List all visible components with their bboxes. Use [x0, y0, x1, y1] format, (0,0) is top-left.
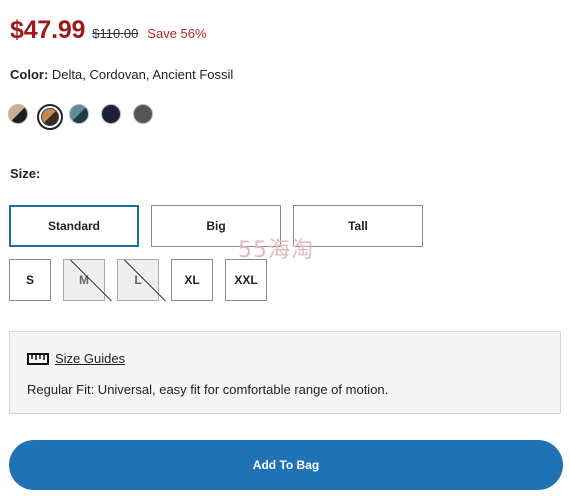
size-guides-link[interactable]: Size Guides [55, 351, 125, 366]
original-price: $110.00 [92, 26, 139, 41]
size-options: S M L XL XXL [9, 259, 279, 301]
fit-standard-button[interactable]: Standard [9, 205, 139, 247]
color-label-title: Color: [10, 67, 49, 82]
size-guides-row: Size Guides [27, 351, 125, 366]
savings-text: Save 56% [147, 26, 207, 41]
color-swatches [8, 104, 165, 130]
swatch-navy[interactable] [101, 104, 121, 124]
swatch-ancient-fossil[interactable] [69, 104, 89, 124]
add-to-bag-button[interactable]: Add To Bag [9, 440, 563, 490]
watermark: 55海淘 [238, 238, 314, 263]
color-label: Color: Delta, Cordovan, Ancient Fossil [10, 67, 233, 82]
size-m-button-unavailable: M [63, 259, 105, 301]
size-l-button-unavailable: L [117, 259, 159, 301]
fit-options: Standard Big Tall [9, 205, 435, 247]
product-options-panel: $47.99 $110.00 Save 56% Color: Delta, Co… [0, 0, 570, 496]
size-s-button[interactable]: S [9, 259, 51, 301]
current-price: $47.99 [10, 16, 86, 44]
ruler-icon [27, 352, 49, 365]
swatch-delta[interactable] [8, 104, 28, 124]
size-xxl-button[interactable]: XXL [225, 259, 267, 301]
fit-info-box: Size Guides Regular Fit: Universal, easy… [9, 331, 561, 414]
color-value: Delta, Cordovan, Ancient Fossil [51, 67, 234, 82]
price-row: $47.99 $110.00 Save 56% [10, 16, 207, 45]
size-label: Size: [10, 166, 41, 181]
swatch-charcoal[interactable] [133, 104, 153, 124]
swatch-cordovan-selected-ring[interactable] [37, 104, 63, 130]
size-xl-button[interactable]: XL [171, 259, 213, 301]
fit-description: Regular Fit: Universal, easy fit for com… [27, 382, 389, 397]
swatch-cordovan[interactable] [41, 108, 59, 126]
